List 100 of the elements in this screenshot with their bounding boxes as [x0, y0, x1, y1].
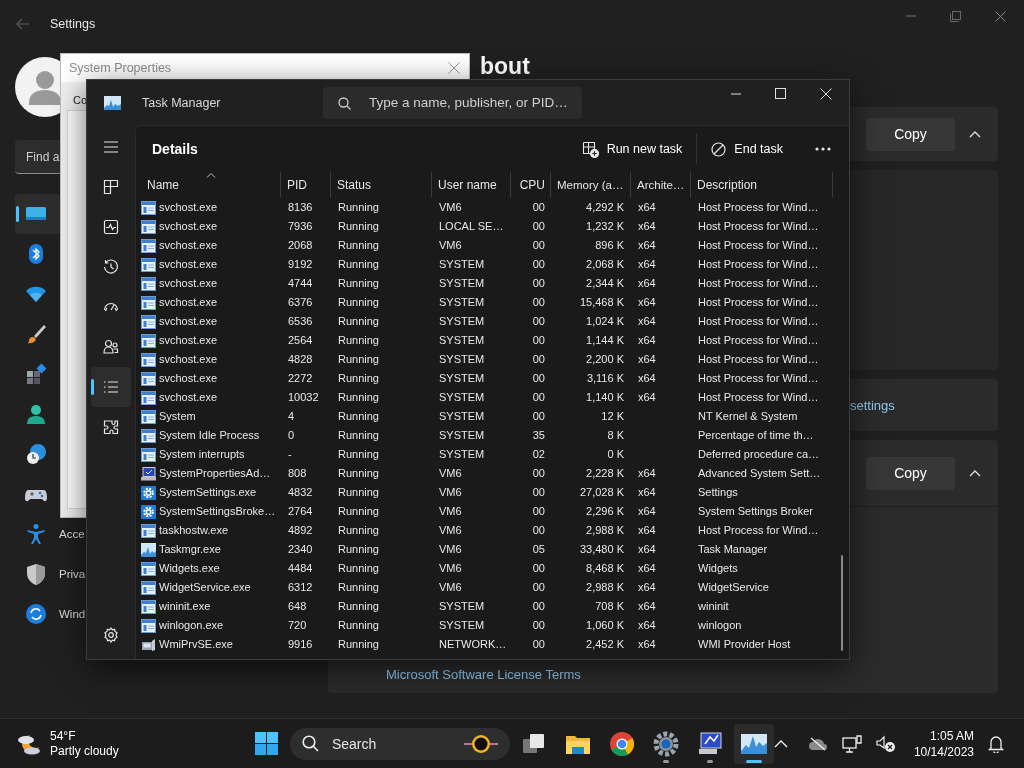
window-title: Settings: [50, 17, 96, 31]
table-cell-text: SYSTEM: [438, 276, 486, 291]
window-icon: [141, 523, 156, 538]
table-cell-text: x64: [637, 504, 657, 519]
table-cell-text: Host Process for Wind…: [697, 219, 820, 234]
table-cell-text: Deferred procedure ca…: [697, 447, 821, 462]
table-cell-text: 27,028 K: [578, 485, 625, 500]
table-cell-text: Running: [337, 295, 380, 310]
table-cell-text: Host Process for Wind…: [697, 371, 820, 386]
table-cell-text: 00: [531, 580, 546, 595]
table-cell-text: 02: [531, 447, 546, 462]
column-header[interactable]: Archite…: [631, 172, 691, 198]
sidebar-item[interactable]: Wind: [15, 599, 86, 629]
table-cell-text: x64: [637, 618, 657, 633]
table-cell-text: SYSTEM: [438, 257, 486, 272]
table-cell-text: Running: [337, 409, 380, 424]
end-task-button[interactable]: End task: [703, 133, 791, 165]
column-header[interactable]: PID: [281, 172, 331, 198]
caret-icon[interactable]: [969, 469, 981, 477]
license-terms-link[interactable]: Microsoft Software License Terms: [386, 667, 581, 682]
maximize-icon[interactable]: [775, 88, 786, 99]
table-cell-text: Running: [337, 428, 380, 443]
gear-icon: [141, 485, 156, 500]
scrollbar-thumb[interactable]: [841, 555, 843, 651]
window-icon: [141, 219, 156, 234]
settings-link[interactable]: settings: [850, 397, 895, 413]
window-icon: [141, 257, 156, 272]
table-cell-text: 2,296 K: [585, 504, 625, 519]
chart-icon: [141, 542, 156, 557]
column-header[interactable]: User name: [432, 172, 511, 198]
table-cell-text: SYSTEM: [438, 599, 486, 614]
window-icon: [141, 599, 156, 614]
table-cell-text: Running: [337, 200, 380, 215]
search-field[interactable]: Type a name, publisher, or PID…: [323, 86, 582, 119]
prohibited-icon: [711, 141, 727, 157]
table-cell-text: VM6: [438, 504, 463, 519]
column-header[interactable]: CPU: [511, 172, 551, 198]
table-cell-text: Host Process for Wind…: [697, 314, 820, 329]
brush-icon: [25, 323, 47, 345]
table-cell-text: 00: [531, 371, 546, 386]
clock-time[interactable]: 1:05 AM: [929, 727, 974, 744]
gear-icon: [141, 504, 156, 519]
column-header[interactable]: Description: [691, 172, 833, 198]
chevron-up-icon[interactable]: [773, 739, 788, 748]
process-name: svchost.exe: [159, 276, 218, 291]
sidebar-item[interactable]: Priva: [15, 559, 86, 589]
table-cell-text: x64: [637, 238, 657, 253]
process-name: Taskmgr.exe: [159, 542, 221, 557]
window-icon: [141, 352, 156, 367]
cloud-off-icon[interactable]: [807, 736, 828, 751]
table-cell-text: x64: [637, 276, 657, 291]
table-cell-text: Running: [337, 333, 380, 348]
page-heading: bout: [480, 55, 531, 78]
weather-condition: Partly cloudy: [50, 743, 119, 759]
table-cell-text: VM6: [438, 466, 463, 481]
copy-button[interactable]: Copy: [866, 117, 955, 151]
table-cell-text: VM6: [438, 485, 463, 500]
volume-muted-icon[interactable]: [875, 734, 896, 753]
column-header[interactable]: Memory (a…: [551, 172, 631, 198]
window-icon: [141, 447, 156, 462]
table-cell-text: 6536: [287, 314, 314, 329]
notification-bell-icon[interactable]: [988, 734, 1004, 753]
table-cell-text: NT Kernel & System: [697, 409, 799, 424]
sidebar-item[interactable]: [15, 194, 60, 234]
process-name: SystemSettings.exe: [159, 485, 257, 500]
table-cell-text: 2,988 K: [585, 523, 625, 538]
table-cell-text: 4,292 K: [585, 200, 625, 215]
table-cell-text: Running: [337, 447, 380, 462]
table-cell-text: 2564: [287, 333, 314, 348]
table-cell-text: 00: [531, 599, 546, 614]
nav-item[interactable]: [91, 367, 131, 407]
network-icon[interactable]: [841, 734, 862, 753]
process-name: SystemSettingsBroke…: [159, 504, 276, 519]
window-icon: [141, 618, 156, 633]
column-header[interactable]: Status: [331, 172, 432, 198]
window-icon: [141, 428, 156, 443]
table-cell-text: 00: [531, 561, 546, 576]
table-cell-text: 2340: [287, 542, 314, 557]
process-name: WidgetService.exe: [159, 580, 251, 595]
run-new-task-button[interactable]: Run new task: [573, 133, 691, 165]
sidebar-item[interactable]: Acce: [15, 519, 86, 549]
table-cell-text: x64: [637, 257, 657, 272]
search-field[interactable]: Find a: [15, 140, 60, 174]
search-box[interactable]: Search: [289, 727, 510, 760]
window-icon: [141, 314, 156, 329]
column-header[interactable]: Name: [141, 172, 281, 198]
window-icon: [141, 409, 156, 424]
table-cell-text: 00: [531, 466, 546, 481]
list-icon: [103, 379, 119, 395]
copy-button[interactable]: Copy: [866, 456, 955, 490]
task-manager-button[interactable]: [733, 723, 774, 764]
table-cell-text: Running: [337, 485, 380, 500]
clock-date[interactable]: 10/14/2023: [913, 743, 974, 760]
gear-icon: [651, 729, 680, 758]
table-cell-text: x64: [637, 219, 657, 234]
table-cell-text: Running: [337, 238, 380, 253]
caret-icon[interactable]: [969, 130, 981, 138]
table-cell-text: 4484: [287, 561, 314, 576]
window-icon: [141, 333, 156, 348]
table-cell-text: Running: [337, 276, 380, 291]
